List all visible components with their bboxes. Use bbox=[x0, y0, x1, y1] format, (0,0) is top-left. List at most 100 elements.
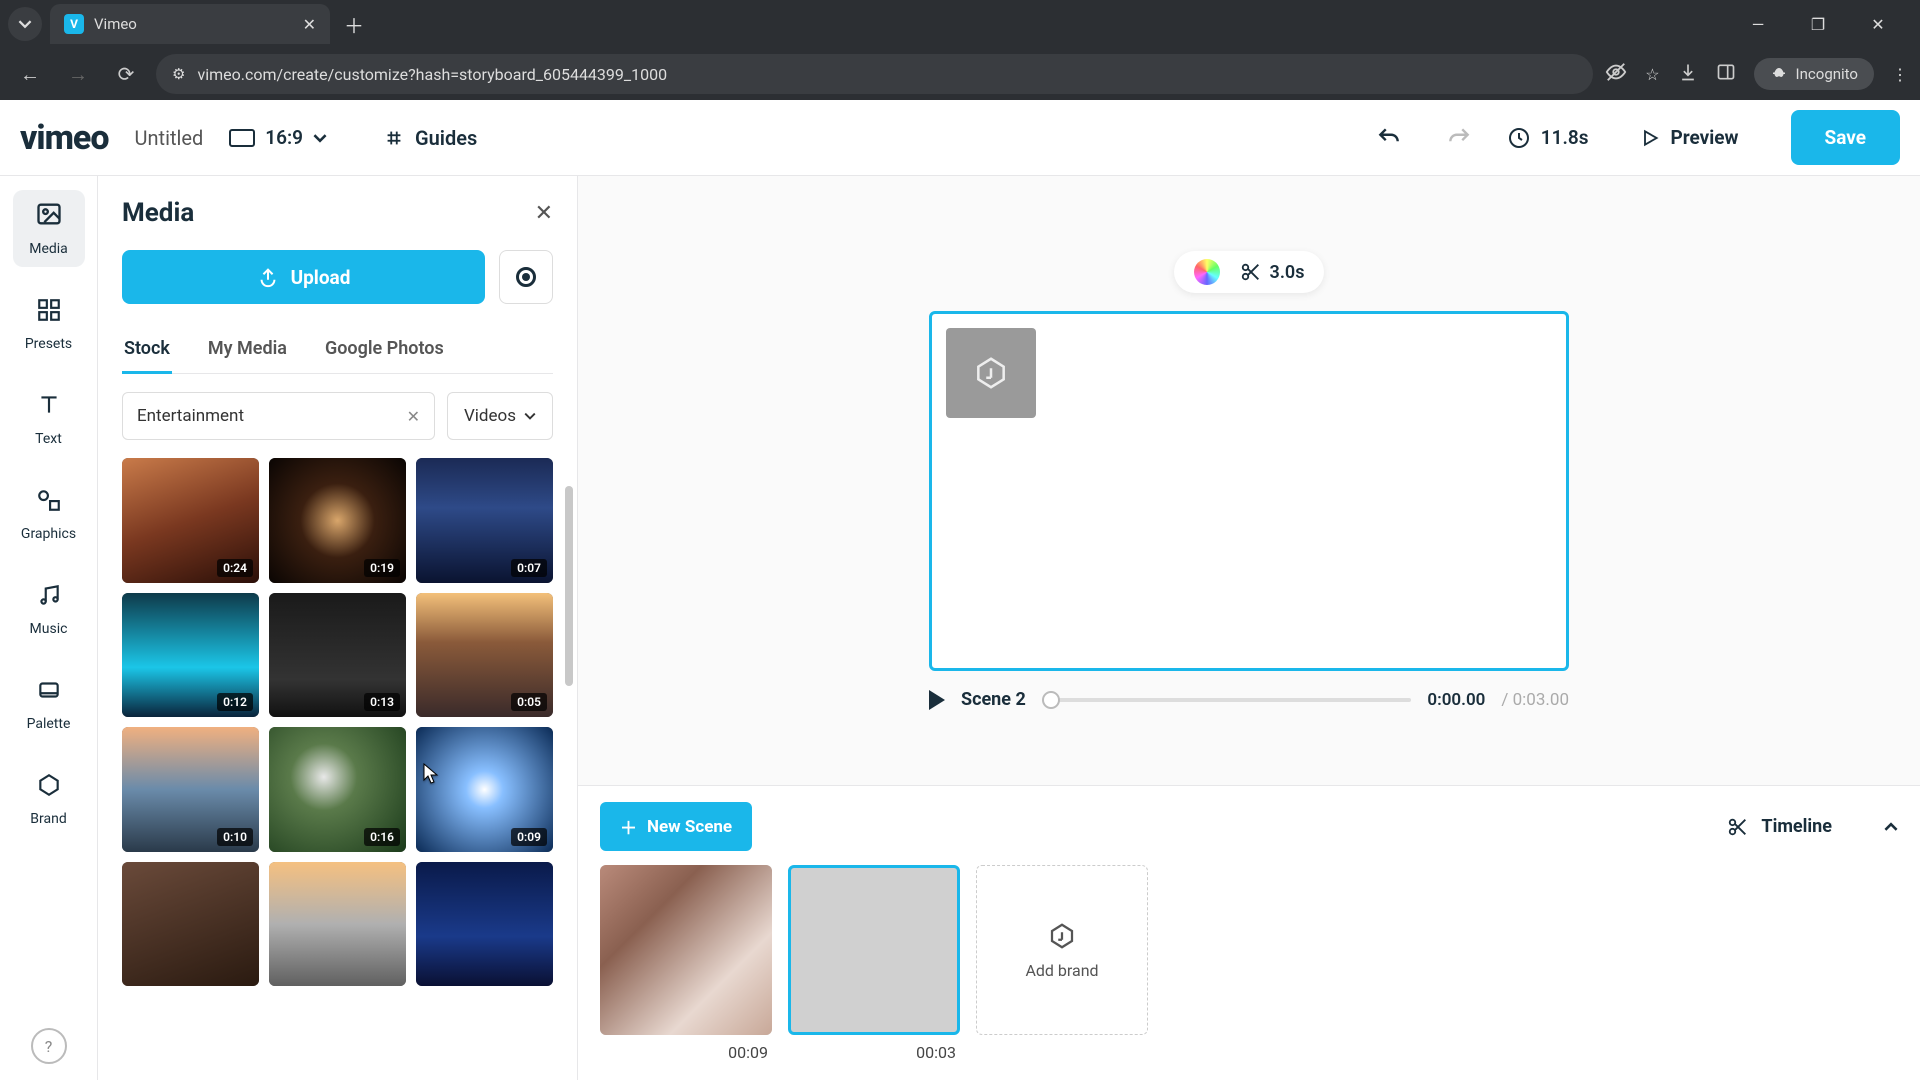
progress-track[interactable] bbox=[1042, 698, 1412, 702]
sidepanel-icon[interactable] bbox=[1716, 62, 1736, 86]
image-icon bbox=[35, 200, 63, 235]
close-window-button[interactable]: ✕ bbox=[1860, 15, 1896, 34]
play-button[interactable] bbox=[929, 690, 945, 710]
scene-time: 00:03 bbox=[788, 1043, 960, 1062]
clear-search-button[interactable]: ✕ bbox=[407, 407, 420, 426]
timeline-toggle[interactable]: Timeline bbox=[1727, 816, 1898, 838]
new-tab-button[interactable]: ＋ bbox=[338, 8, 370, 40]
site-settings-icon[interactable]: ⚙ bbox=[172, 65, 185, 83]
save-button[interactable]: Save bbox=[1791, 110, 1901, 165]
tab-google-photos[interactable]: Google Photos bbox=[323, 328, 446, 373]
stock-thumb[interactable]: 0:19 bbox=[269, 458, 406, 583]
chevron-down-icon bbox=[524, 410, 536, 422]
scene-label: Scene 2 bbox=[961, 689, 1026, 710]
stock-thumb[interactable]: 0:12 bbox=[122, 593, 259, 718]
trim-button[interactable]: 3.0s bbox=[1240, 261, 1305, 283]
play-icon bbox=[1640, 128, 1660, 148]
back-button[interactable]: ← bbox=[12, 56, 48, 92]
upload-button[interactable]: Upload bbox=[122, 250, 485, 304]
bookmark-star-icon[interactable]: ☆ bbox=[1645, 65, 1659, 84]
forward-button[interactable]: → bbox=[60, 56, 96, 92]
browser-menu-icon[interactable]: ⋮ bbox=[1892, 65, 1908, 84]
stage-controls: 3.0s bbox=[1174, 251, 1325, 293]
brand-placeholder[interactable] bbox=[946, 328, 1036, 418]
search-input-wrapper: ✕ bbox=[122, 392, 435, 440]
stock-thumb[interactable]: 0:13 bbox=[269, 593, 406, 718]
shapes-icon bbox=[36, 487, 62, 520]
stock-thumb[interactable] bbox=[416, 862, 553, 987]
nav-rail: Media Presets Text Graphics Music Palett… bbox=[0, 176, 98, 1080]
incognito-label: Incognito bbox=[1796, 65, 1858, 83]
tab-stock[interactable]: Stock bbox=[122, 328, 172, 373]
minimize-button[interactable]: — bbox=[1740, 15, 1776, 34]
add-brand-card[interactable]: Add brand bbox=[976, 865, 1148, 1035]
browser-chrome: V Vimeo ✕ ＋ — ❐ ✕ ← → ⟳ ⚙ vimeo.com/crea… bbox=[0, 0, 1920, 100]
redo-button[interactable] bbox=[1437, 116, 1481, 160]
search-input[interactable] bbox=[137, 406, 397, 426]
media-type-select[interactable]: Videos bbox=[447, 392, 553, 440]
record-icon bbox=[516, 267, 536, 287]
incognito-icon bbox=[1770, 65, 1788, 83]
downloads-icon[interactable] bbox=[1678, 62, 1698, 86]
guides-button[interactable]: Guides bbox=[383, 126, 477, 150]
project-title[interactable]: Untitled bbox=[135, 126, 204, 150]
type-label: Videos bbox=[464, 406, 516, 426]
color-picker-button[interactable] bbox=[1194, 259, 1220, 285]
aspect-icon bbox=[229, 129, 255, 147]
new-scene-button[interactable]: ＋ New Scene bbox=[600, 802, 752, 851]
tab-my-media[interactable]: My Media bbox=[206, 328, 289, 373]
rail-graphics[interactable]: Graphics bbox=[13, 477, 85, 552]
save-label: Save bbox=[1825, 126, 1867, 149]
canvas[interactable] bbox=[929, 311, 1569, 671]
brand-hex-icon bbox=[1047, 921, 1077, 951]
rail-presets[interactable]: Presets bbox=[13, 287, 85, 362]
vimeo-favicon: V bbox=[64, 14, 84, 34]
rail-brand[interactable]: Brand bbox=[13, 762, 85, 837]
eye-off-icon[interactable] bbox=[1605, 61, 1627, 87]
incognito-badge[interactable]: Incognito bbox=[1754, 58, 1874, 90]
address-bar: ← → ⟳ ⚙ vimeo.com/create/customize?hash=… bbox=[0, 48, 1920, 100]
stock-thumb[interactable]: 0:10 bbox=[122, 727, 259, 852]
rail-music[interactable]: Music bbox=[13, 572, 85, 647]
duration-display[interactable]: 11.8s bbox=[1507, 126, 1589, 150]
scene-card-2[interactable]: 00:03 bbox=[788, 865, 960, 1062]
stock-thumb[interactable]: 0:24 bbox=[122, 458, 259, 583]
stock-thumb[interactable]: 0:09 bbox=[416, 727, 553, 852]
record-button[interactable] bbox=[499, 250, 553, 304]
upload-label: Upload bbox=[291, 266, 351, 289]
rail-media[interactable]: Media bbox=[13, 190, 85, 267]
scrollbar-thumb[interactable] bbox=[565, 486, 573, 686]
aspect-ratio-selector[interactable]: 16:9 bbox=[229, 126, 327, 149]
undo-button[interactable] bbox=[1367, 116, 1411, 160]
browser-tab[interactable]: V Vimeo ✕ bbox=[50, 4, 330, 44]
tabs-dropdown[interactable] bbox=[8, 7, 42, 41]
preview-button[interactable]: Preview bbox=[1614, 112, 1764, 163]
reload-button[interactable]: ⟳ bbox=[108, 56, 144, 92]
url-field[interactable]: ⚙ vimeo.com/create/customize?hash=storyb… bbox=[156, 54, 1593, 94]
chevron-down-icon bbox=[313, 131, 327, 145]
progress-handle[interactable] bbox=[1042, 691, 1060, 709]
vimeo-logo[interactable]: vimeo bbox=[20, 118, 109, 158]
timeline-label: Timeline bbox=[1761, 816, 1832, 837]
close-panel-button[interactable]: ✕ bbox=[535, 201, 553, 226]
stock-thumb[interactable]: 0:16 bbox=[269, 727, 406, 852]
app-header: vimeo Untitled 16:9 Guides 11.8s Preview… bbox=[0, 100, 1920, 176]
stock-thumb[interactable] bbox=[269, 862, 406, 987]
stock-thumb[interactable] bbox=[122, 862, 259, 987]
scissors-icon bbox=[1240, 261, 1262, 283]
help-button[interactable]: ? bbox=[31, 1028, 67, 1064]
rail-palette[interactable]: Palette bbox=[13, 667, 85, 742]
close-icon[interactable]: ✕ bbox=[303, 15, 316, 34]
media-tabs: Stock My Media Google Photos bbox=[122, 328, 553, 374]
rail-text[interactable]: Text bbox=[13, 382, 85, 457]
time-current: 0:00.00 bbox=[1427, 690, 1485, 710]
scene-card-1[interactable]: 00:09 bbox=[600, 865, 772, 1062]
upload-icon bbox=[257, 266, 279, 288]
panel-title: Media bbox=[122, 198, 194, 228]
tab-strip: V Vimeo ✕ ＋ — ❐ ✕ bbox=[0, 0, 1920, 48]
maximize-button[interactable]: ❐ bbox=[1800, 15, 1836, 34]
stock-thumb[interactable]: 0:05 bbox=[416, 593, 553, 718]
stock-thumb[interactable]: 0:07 bbox=[416, 458, 553, 583]
clock-icon bbox=[1507, 126, 1531, 150]
tab-title: Vimeo bbox=[94, 15, 293, 33]
